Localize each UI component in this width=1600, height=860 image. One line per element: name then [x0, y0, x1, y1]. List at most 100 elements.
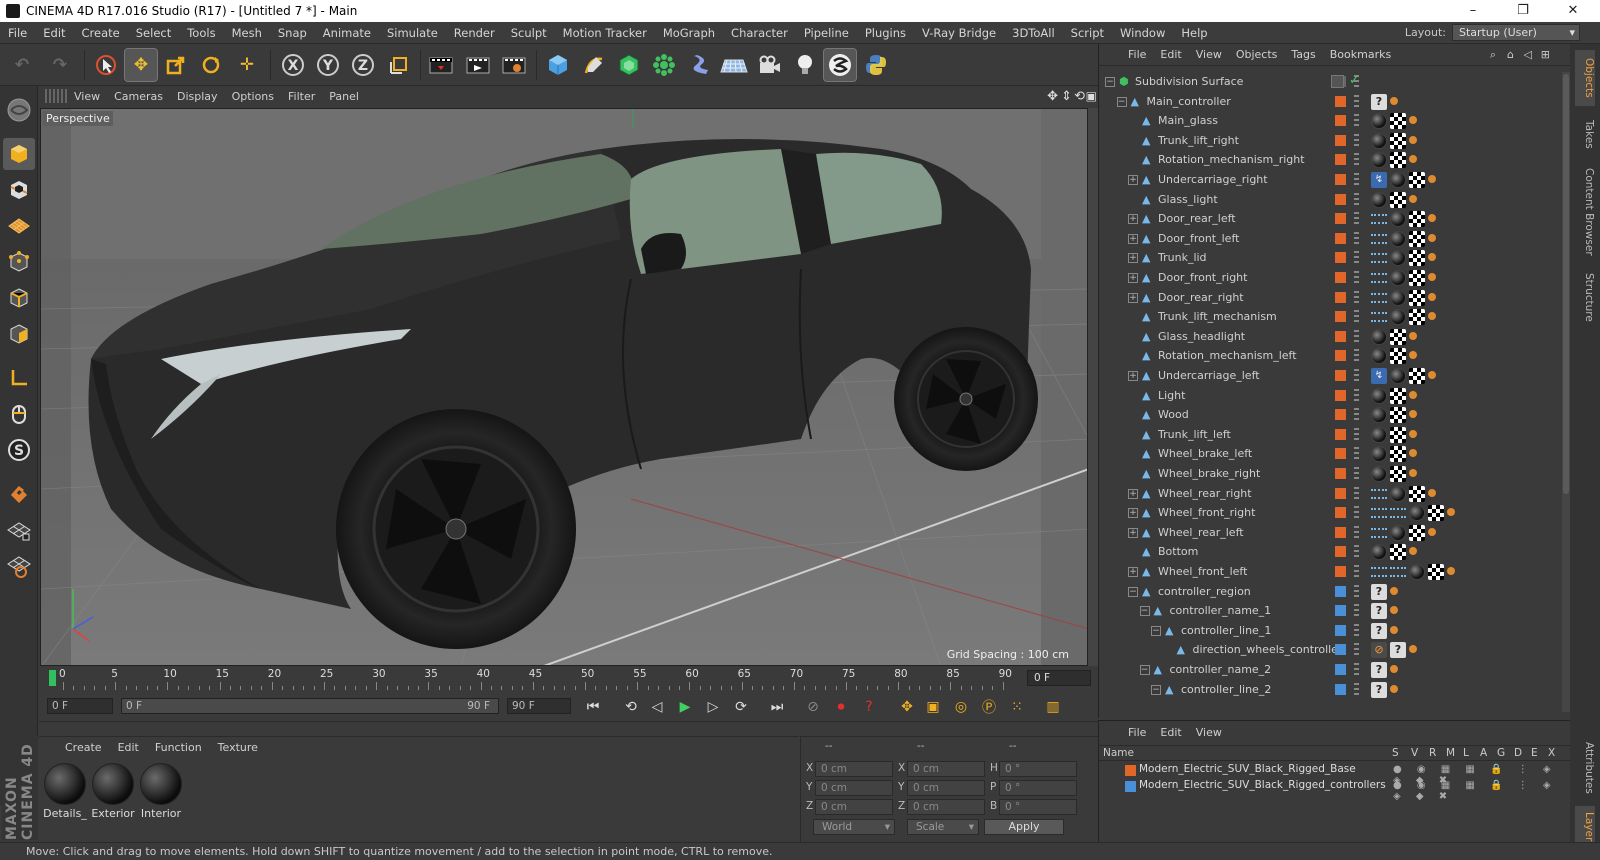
layer-color-icon[interactable] [1335, 389, 1346, 401]
display-tag-icon[interactable]: ? [1371, 622, 1387, 639]
object-row[interactable]: ▲ Glass_headlight [1099, 327, 1565, 347]
menu-mograph[interactable]: MoGraph [655, 26, 723, 40]
rotation-b-field[interactable]: 0 ° [999, 799, 1077, 815]
menu-3dtoall[interactable]: 3DToAll [1004, 26, 1063, 40]
visibility-dots-icon[interactable] [1354, 290, 1359, 305]
uvw-tag-icon[interactable] [1409, 250, 1425, 267]
ik-tag-icon[interactable]: ↯ [1371, 172, 1387, 188]
object-row[interactable]: + ▲ Door_front_left [1099, 229, 1565, 249]
collapse-icon[interactable]: − [1116, 96, 1127, 107]
texture-mode-icon[interactable] [3, 174, 35, 206]
record-active-objects-icon[interactable]: ⊘ [801, 696, 825, 718]
undo-icon[interactable]: ↶ [6, 49, 38, 81]
tab-objects[interactable]: Objects [1575, 50, 1595, 106]
layer-color-icon[interactable] [1335, 370, 1346, 381]
material-tag-icon[interactable] [1371, 544, 1387, 561]
visibility-dots-icon[interactable] [1354, 153, 1359, 168]
uvw-tag-icon[interactable] [1409, 211, 1425, 228]
menu-animate[interactable]: Animate [315, 26, 379, 40]
viewport-scrollbar[interactable] [1088, 108, 1098, 666]
checkmark-icon[interactable]: ✓ [1349, 73, 1360, 88]
next-key-icon[interactable]: ⟳ [729, 696, 753, 718]
material-tag-icon[interactable] [1409, 505, 1425, 522]
selection-tag-icon[interactable] [1428, 488, 1436, 497]
object-row[interactable]: − ▲ controller_region? [1099, 582, 1565, 602]
object-row[interactable]: − ⬢ Subdivision Surface ✓ [1099, 72, 1565, 92]
expand-icon[interactable]: + [1128, 273, 1138, 283]
layer-color-icon[interactable] [1335, 311, 1346, 323]
collapse-icon[interactable]: − [1151, 684, 1161, 695]
selection-tag-icon[interactable] [1409, 351, 1417, 360]
layer-color-icon[interactable] [1335, 252, 1346, 264]
visibility-dots-icon[interactable] [1354, 173, 1359, 187]
material-tag-icon[interactable] [1390, 309, 1406, 326]
layer-color-icon[interactable] [1335, 585, 1346, 597]
previous-frame-icon[interactable]: ◁ [645, 696, 669, 718]
select-tool-icon[interactable] [90, 49, 122, 81]
render-settings-icon[interactable] [498, 49, 530, 81]
enabled-toggle-icon[interactable] [1331, 75, 1344, 88]
selection-tag-icon[interactable] [1428, 292, 1436, 301]
visibility-dots-icon[interactable] [1354, 604, 1359, 619]
expand-icon[interactable]: + [1128, 371, 1138, 381]
viewport-nav-rotate-icon[interactable]: ⟲ [1074, 89, 1085, 104]
layer-color-icon[interactable] [1335, 644, 1346, 656]
menu-vray-bridge[interactable]: V-Ray Bridge [914, 26, 1004, 40]
layer-color-icon[interactable] [1335, 664, 1346, 675]
selection-tag-icon[interactable] [1409, 331, 1417, 340]
keyframe-selection-icon[interactable]: ? [857, 696, 881, 718]
rotation-h-field[interactable]: 0 ° [999, 761, 1077, 777]
visibility-dots-icon[interactable] [1354, 447, 1359, 462]
uvw-tag-icon[interactable] [1390, 152, 1406, 169]
material-details[interactable]: Details_ [43, 763, 87, 820]
menu-tools[interactable]: Tools [179, 26, 223, 40]
material-tag-icon[interactable] [1371, 113, 1387, 130]
visibility-dots-icon[interactable] [1354, 682, 1359, 697]
position-y-field[interactable]: 0 cm [815, 780, 893, 796]
visibility-dots-icon[interactable] [1354, 525, 1359, 540]
navigate-icon[interactable]: ◁ [1524, 48, 1532, 61]
visibility-dots-icon[interactable] [1354, 388, 1359, 403]
selection-tag-icon[interactable] [1409, 135, 1417, 144]
object-row[interactable]: ▲ Trunk_lift_left [1099, 425, 1565, 445]
play-icon[interactable]: ▶ [673, 696, 697, 718]
layer-color-icon[interactable] [1335, 507, 1346, 519]
visibility-dots-icon[interactable] [1354, 584, 1359, 599]
rotate-tool-icon[interactable] [195, 49, 227, 81]
material-tag-icon[interactable] [1390, 368, 1406, 384]
object-row[interactable]: − ▲ controller_name_1? [1099, 601, 1565, 621]
scale-key-icon[interactable]: ▣ [921, 696, 945, 718]
selection-tag-icon[interactable] [1390, 606, 1398, 615]
expand-icon[interactable]: + [1128, 214, 1138, 225]
search-icon[interactable]: ⌕ [1490, 48, 1496, 62]
size-z-field[interactable]: 0 cm [907, 799, 985, 815]
visibility-dots-icon[interactable] [1354, 369, 1359, 383]
selection-tag-icon[interactable] [1409, 645, 1417, 654]
tab-attributes[interactable]: Attributes [1575, 734, 1595, 802]
object-row[interactable]: ▲ Trunk_lift_mechanism [1099, 307, 1565, 327]
selection-tag-icon[interactable] [1428, 527, 1436, 536]
layer-color-icon[interactable] [1335, 566, 1346, 577]
polygons-mode-icon[interactable] [3, 318, 35, 350]
tab-takes[interactable]: Takes [1575, 110, 1595, 158]
selection-tag-icon[interactable] [1409, 155, 1417, 164]
object-row[interactable]: ▲ Rotation_mechanism_left [1099, 346, 1565, 366]
pen-spline-icon[interactable] [578, 49, 610, 81]
uvw-tag-icon[interactable] [1409, 485, 1425, 502]
material-tag-icon[interactable] [1390, 211, 1406, 228]
layer-menu-view[interactable]: View [1189, 726, 1229, 739]
vertex-map-tag-icon[interactable] [1371, 508, 1387, 519]
layer-color-icon[interactable] [1335, 174, 1346, 185]
layer-color-icon[interactable] [1335, 350, 1346, 362]
selection-tag-icon[interactable] [1409, 410, 1417, 419]
visibility-dots-icon[interactable] [1354, 486, 1359, 501]
vertex-map-tag-icon[interactable] [1371, 567, 1387, 577]
object-row[interactable]: + ▲ Undercarriage_right ↯ [1099, 170, 1565, 190]
uvw-tag-icon[interactable] [1409, 230, 1425, 247]
layer-color-icon[interactable] [1335, 134, 1346, 146]
material-tag-icon[interactable] [1371, 191, 1387, 208]
layer-menu-file[interactable]: File [1121, 726, 1153, 739]
object-row[interactable]: + ▲ Wheel_rear_right [1099, 484, 1565, 504]
menu-sculpt[interactable]: Sculpt [503, 26, 555, 40]
material-menu-create[interactable]: Create [57, 741, 110, 754]
